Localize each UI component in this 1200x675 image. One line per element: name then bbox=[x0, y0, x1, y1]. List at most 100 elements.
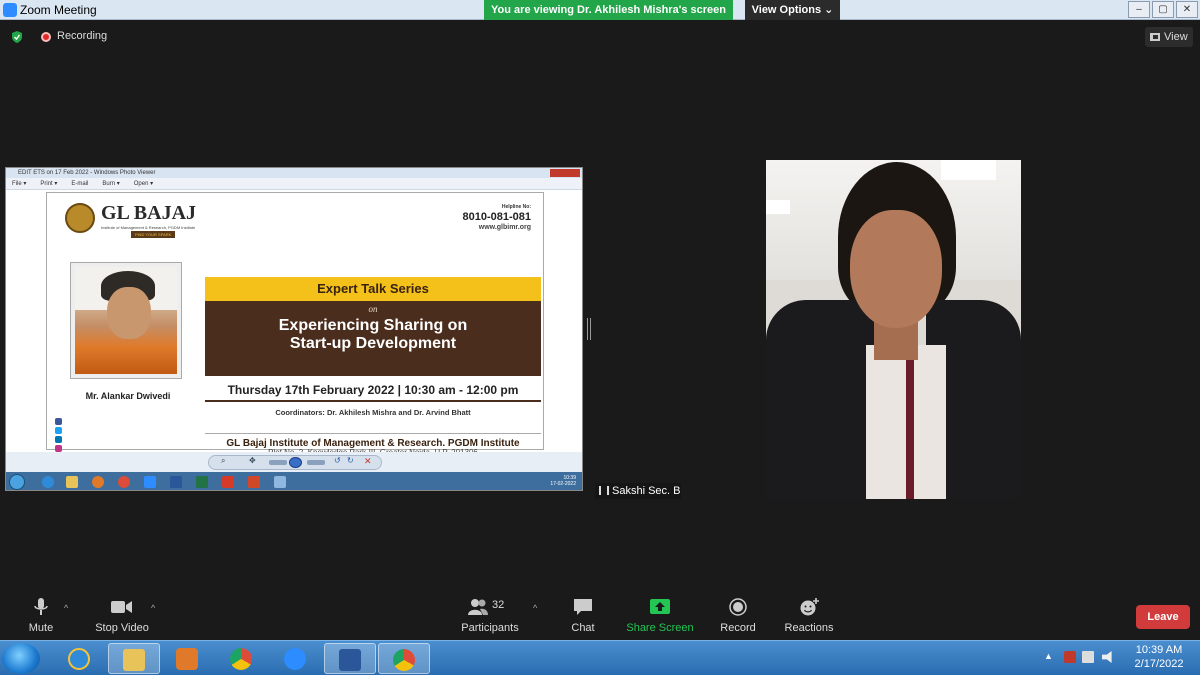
shared-excel-icon bbox=[196, 476, 208, 488]
chat-button[interactable]: Chat bbox=[566, 598, 600, 634]
shared-ie-icon bbox=[42, 476, 54, 488]
chrome-icon bbox=[230, 648, 252, 670]
view-button[interactable]: View bbox=[1145, 27, 1193, 47]
previous-icon bbox=[269, 460, 287, 465]
poster-institute: GL Bajaj Institute of Management & Resea… bbox=[205, 433, 541, 449]
taskbar-clock-date[interactable]: 2/17/2022 bbox=[1128, 658, 1190, 670]
poster-title-line1: Experiencing Sharing on bbox=[278, 317, 468, 334]
poster-title-band: on Experiencing Sharing on Start-up Deve… bbox=[205, 301, 541, 376]
speaker-name: Mr. Alankar Dwivedi bbox=[85, 391, 171, 401]
video-options-chevron-up-icon[interactable]: ^ bbox=[151, 603, 155, 613]
photo-viewer-body: GL BAJAJ Institute of Management & Resea… bbox=[6, 190, 582, 461]
photo-viewer-control-pill: ⌕ ✥ ↺ ↻ ✕ bbox=[208, 455, 382, 470]
taskbar-media[interactable] bbox=[162, 643, 214, 674]
windows-taskbar bbox=[0, 640, 1200, 675]
microphone-icon bbox=[34, 598, 48, 615]
leave-button[interactable]: Leave bbox=[1136, 605, 1190, 629]
taskbar-chrome[interactable] bbox=[216, 643, 268, 674]
participants-count: 32 bbox=[492, 599, 505, 611]
linkedin-icon bbox=[55, 436, 62, 443]
participant-face bbox=[850, 210, 942, 328]
splitter-handle[interactable] bbox=[587, 318, 591, 340]
taskbar-clock-time[interactable]: 10:39 AM bbox=[1128, 644, 1190, 656]
photo-viewer-title: EDIT ETS on 17 Feb 2022 - Windows Photo … bbox=[18, 170, 156, 176]
minimize-icon[interactable]: – bbox=[1128, 1, 1150, 18]
view-options-button[interactable]: View Options ⌄ bbox=[745, 0, 840, 20]
window-title: Zoom Meeting bbox=[20, 3, 97, 17]
shared-taskbar: 10:39 17-02-2022 bbox=[6, 472, 582, 490]
mute-label: Mute bbox=[28, 622, 54, 634]
participant-name-tag: Sakshi Sec. B bbox=[595, 483, 681, 499]
next-icon bbox=[307, 460, 325, 465]
shared-powerpoint-icon bbox=[248, 476, 260, 488]
shared-chrome-icon bbox=[118, 476, 130, 488]
start-orb-icon[interactable] bbox=[2, 643, 40, 674]
menu-email: E-mail bbox=[71, 181, 89, 187]
reactions-label: Reactions bbox=[784, 622, 834, 634]
share-screen-icon bbox=[650, 599, 670, 614]
instagram-icon bbox=[55, 445, 62, 452]
participant-video[interactable] bbox=[766, 160, 1021, 499]
grid-view-icon bbox=[1150, 33, 1160, 41]
participants-label: Participants bbox=[461, 622, 519, 634]
folder-icon bbox=[123, 649, 145, 671]
poster-website: www.glbimr.org bbox=[478, 224, 531, 231]
window-buttons: – ▢ ✕ bbox=[1128, 1, 1198, 18]
photo-viewer-controls: ⌕ ✥ ↺ ↻ ✕ bbox=[6, 452, 582, 472]
reactions-button[interactable]: Reactions bbox=[784, 598, 834, 634]
helpline-label: Helpline No: bbox=[501, 204, 531, 210]
speaker-face bbox=[107, 287, 151, 339]
zoom-meeting-window: Zoom Meeting You are viewing Dr. Akhiles… bbox=[0, 0, 1200, 675]
actual-size-icon: ✥ bbox=[249, 456, 256, 465]
maximize-icon[interactable]: ▢ bbox=[1152, 1, 1174, 18]
taskbar-chrome-2[interactable] bbox=[378, 643, 430, 674]
signal-bars-icon bbox=[599, 486, 609, 495]
shared-clock: 10:39 17-02-2022 bbox=[550, 475, 576, 487]
menu-open: Open ▾ bbox=[133, 181, 154, 187]
mute-button[interactable]: Mute bbox=[24, 598, 58, 634]
menu-burn: Burn ▾ bbox=[102, 181, 120, 187]
gl-bajaj-emblem-icon bbox=[65, 203, 95, 233]
participants-options-chevron-up-icon[interactable]: ^ bbox=[533, 603, 537, 613]
poster-coordinators: Coordinators: Dr. Akhilesh Mishra and Dr… bbox=[275, 408, 471, 417]
chat-label: Chat bbox=[571, 622, 595, 634]
close-icon[interactable]: ✕ bbox=[1176, 1, 1198, 18]
shared-start-orb-icon bbox=[9, 474, 25, 490]
video-camera-icon bbox=[111, 601, 132, 613]
view-label: View bbox=[1164, 31, 1188, 43]
taskbar-explorer[interactable] bbox=[108, 643, 160, 674]
record-button[interactable]: Record bbox=[718, 598, 758, 634]
reactions-smiley-icon bbox=[800, 598, 819, 616]
slideshow-icon bbox=[289, 457, 302, 468]
media-player-icon bbox=[176, 648, 198, 670]
shared-media-icon bbox=[92, 476, 104, 488]
taskbar-ie[interactable] bbox=[54, 643, 106, 674]
ceiling-light-2 bbox=[766, 200, 790, 214]
taskbar-zoom[interactable] bbox=[270, 643, 322, 674]
security-shield-icon[interactable] bbox=[10, 30, 24, 44]
word-icon bbox=[339, 649, 361, 671]
show-hidden-icons-icon[interactable]: ▲ bbox=[1044, 651, 1053, 661]
action-center-icon[interactable] bbox=[1064, 651, 1076, 663]
facebook-icon bbox=[55, 418, 62, 425]
shared-screen: EDIT ETS on 17 Feb 2022 - Windows Photo … bbox=[5, 167, 583, 491]
share-screen-button[interactable]: Share Screen bbox=[626, 598, 694, 634]
poster-logo-tag: FIND YOUR SPARK bbox=[131, 231, 176, 238]
taskbar-word[interactable] bbox=[324, 643, 376, 674]
zoom-app-icon bbox=[3, 3, 17, 17]
photo-viewer-window-buttons bbox=[550, 169, 580, 177]
record-icon bbox=[729, 598, 747, 616]
shared-clock-date: 17-02-2022 bbox=[550, 481, 576, 487]
zoom-icon: ⌕ bbox=[221, 456, 226, 465]
shared-word-icon bbox=[170, 476, 182, 488]
chat-bubble-icon bbox=[574, 599, 592, 615]
network-icon[interactable] bbox=[1082, 651, 1094, 663]
speaker-photo bbox=[71, 263, 181, 378]
mute-options-chevron-up-icon[interactable]: ^ bbox=[64, 603, 68, 613]
stop-video-button[interactable]: Stop Video bbox=[92, 598, 152, 634]
participants-button[interactable]: 32 Participants bbox=[460, 598, 520, 634]
viewing-screen-banner: You are viewing Dr. Akhilesh Mishra's sc… bbox=[484, 0, 733, 20]
internet-explorer-icon bbox=[68, 648, 90, 670]
poster-on: on bbox=[368, 304, 378, 314]
participant-lanyard bbox=[906, 360, 914, 499]
